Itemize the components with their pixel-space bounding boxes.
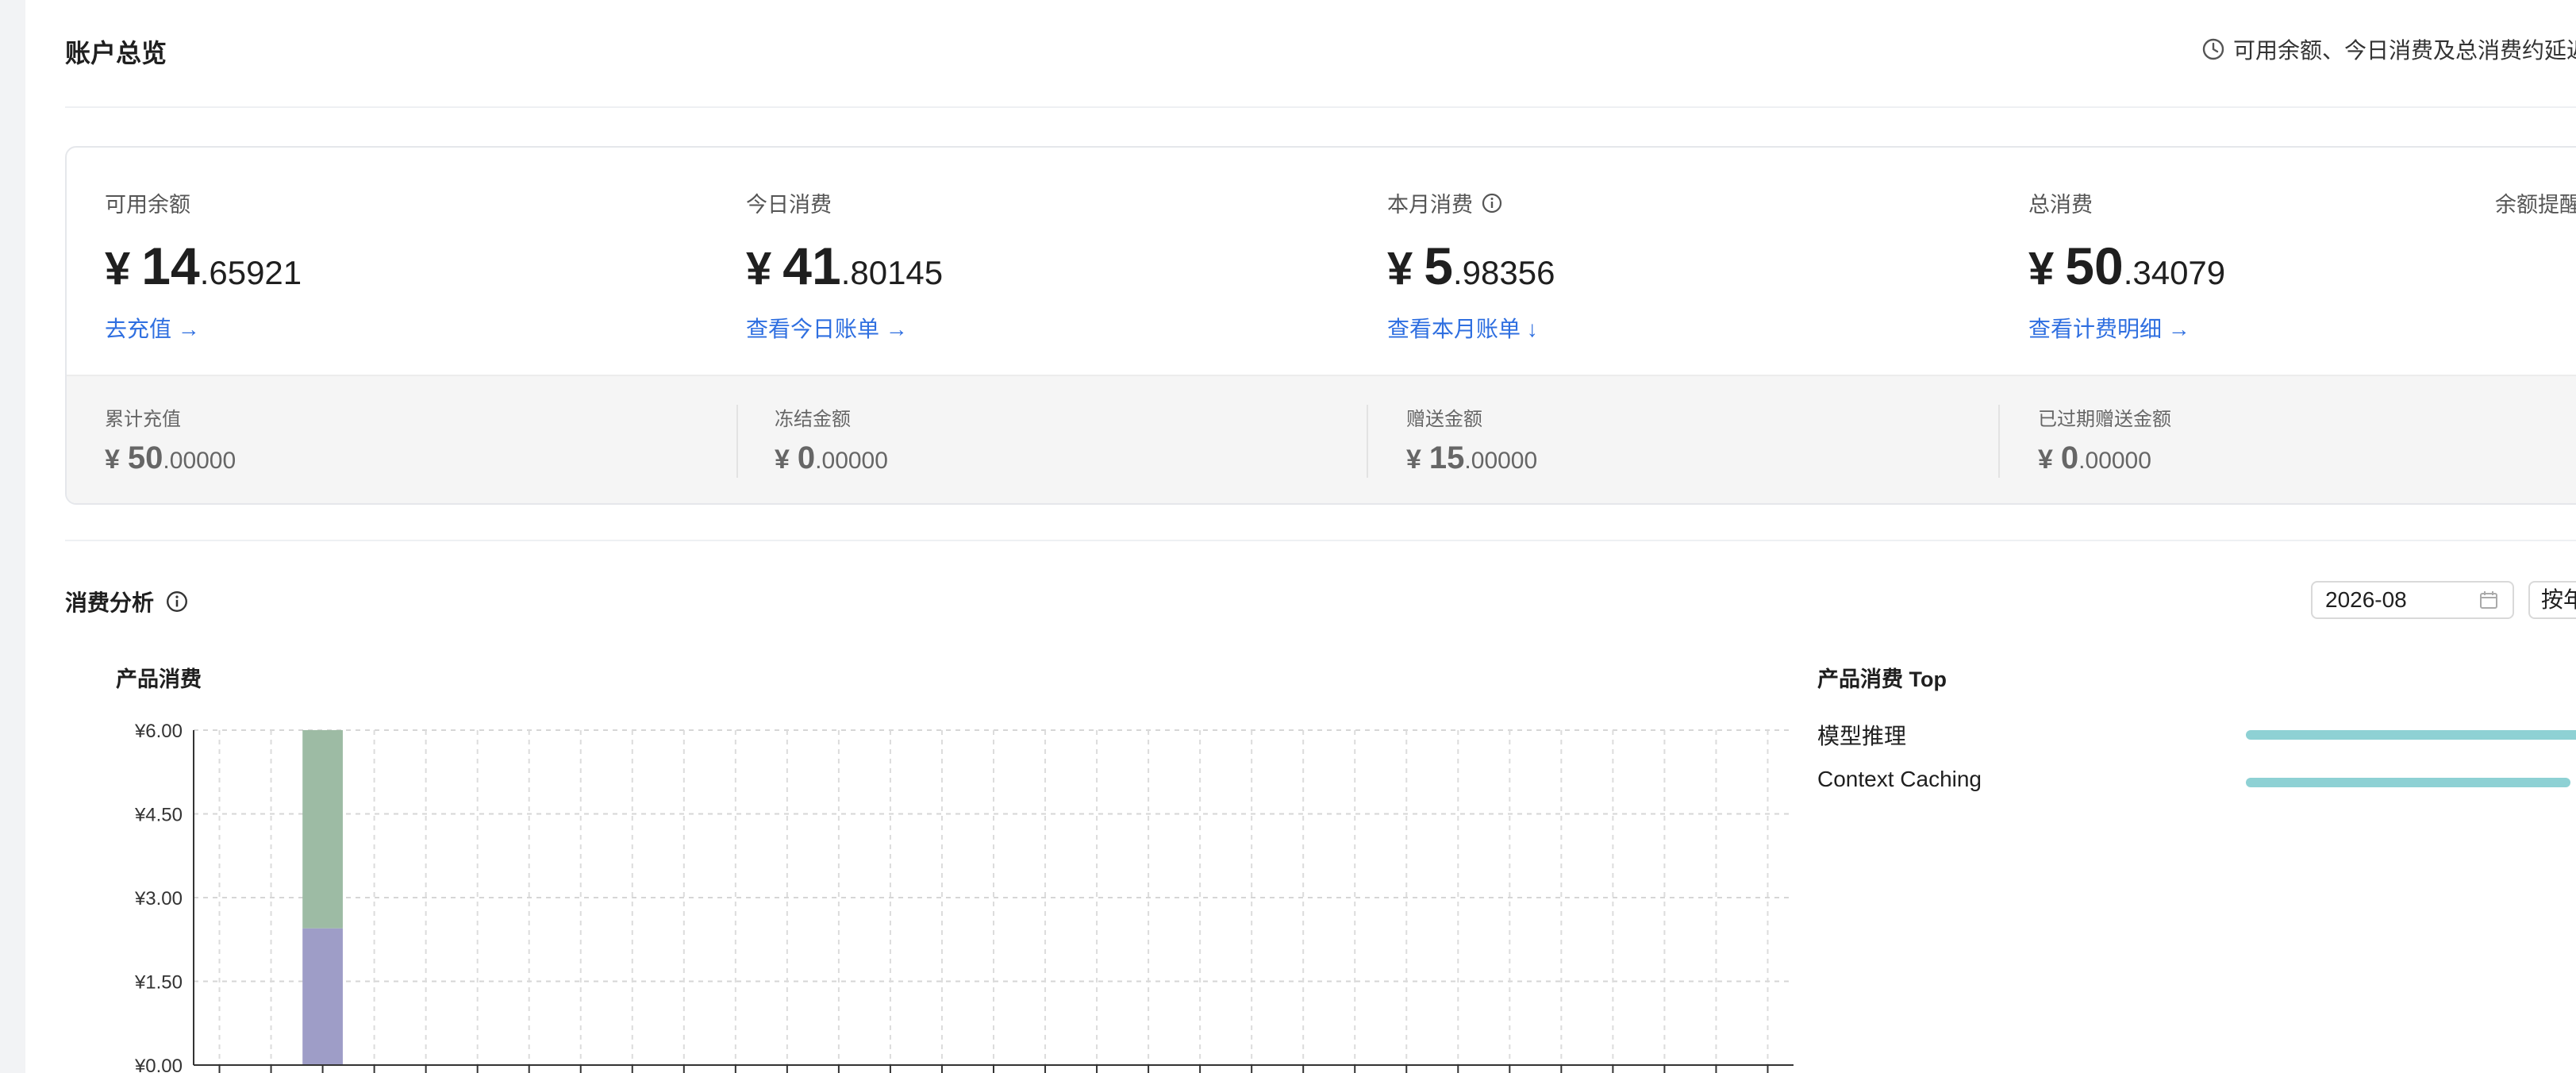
amount-int: 0 (2060, 440, 2079, 475)
month-amount: ¥5.98356 (1387, 236, 1555, 296)
group-by-select[interactable]: 按年 (2528, 581, 2576, 619)
currency-symbol: ¥ (2038, 444, 2053, 475)
amount-int: 14 (141, 237, 200, 295)
today-amount: ¥41.80145 (746, 236, 943, 296)
top-item-bar (2246, 730, 2576, 740)
currency-symbol: ¥ (775, 444, 790, 475)
amount-int: 50 (2065, 237, 2124, 295)
info-icon[interactable] (1481, 192, 1503, 214)
gift-stat: 赠送金额 ¥15.00000 (1406, 403, 1537, 476)
balance-stat: 可用余额 ¥14.65921 去充值 → (105, 187, 302, 344)
frozen-stat: 冻结金额 ¥0.00000 (775, 403, 888, 476)
y-tick-label: ¥4.50 (134, 805, 183, 826)
balance-amount: ¥14.65921 (105, 236, 302, 296)
currency-symbol: ¥ (2028, 243, 2055, 294)
amount-int: 50 (127, 440, 163, 475)
amount-dec: .00000 (1464, 448, 1538, 474)
total-amount: ¥50.34079 (2028, 236, 2225, 296)
analysis-title: 消费分析 (65, 590, 155, 615)
currency-symbol: ¥ (1387, 243, 1413, 294)
amount-int: 5 (1424, 237, 1453, 295)
frozen-amount: ¥0.00000 (775, 440, 888, 476)
total-stat: 总消费 ¥50.34079 查看计费明细 → (2028, 187, 2225, 344)
amount-dec: .00000 (815, 448, 888, 474)
bar-segment (302, 928, 343, 1065)
y-tick-label: ¥1.50 (134, 972, 183, 994)
month-bill-link[interactable]: 查看本月账单 ↓ (1387, 312, 1555, 344)
y-tick-label: ¥6.00 (134, 721, 183, 742)
page-title: 账户总览 (65, 39, 167, 67)
product-top-title: 产品消费 Top (1817, 667, 1947, 691)
section-divider (65, 540, 2576, 541)
amount-dec: .34079 (2123, 254, 2226, 291)
gift-label: 赠送金额 (1406, 409, 1482, 430)
y-tick-label: ¥0.00 (134, 1056, 183, 1073)
amount-dec: .80145 (840, 254, 944, 291)
product-cost-chart: ¥6.00 ¥4.50 ¥3.00 ¥1.50 ¥0.00 (134, 721, 1794, 1073)
billing-detail-link[interactable]: 查看计费明细 → (2028, 312, 2225, 344)
left-rail (0, 0, 25, 1073)
frozen-label: 冻结金额 (775, 409, 851, 430)
amount-dec: .00000 (2078, 448, 2151, 474)
amount-dec: .00000 (163, 448, 236, 474)
y-tick-label: ¥3.00 (134, 888, 183, 910)
expired-gift-amount: ¥0.00000 (2038, 440, 2171, 476)
month-stat: 本月消费 ¥5.98356 查看本月账单 ↓ (1387, 187, 1555, 344)
recharge-link[interactable]: 去充值 → (105, 312, 302, 344)
currency-symbol: ¥ (105, 444, 120, 475)
month-picker[interactable]: 2026-08 (2311, 581, 2514, 619)
amount-int: 0 (797, 440, 816, 475)
today-label: 今日消费 (746, 193, 832, 217)
today-stat: 今日消费 ¥41.80145 查看今日账单 → (746, 187, 943, 344)
expired-gift-stat: 已过期赠送金额 ¥0.00000 (2038, 403, 2171, 476)
gift-amount: ¥15.00000 (1406, 440, 1537, 476)
month-picker-value: 2026-08 (2325, 587, 2407, 612)
top-item-bar (2246, 778, 2571, 787)
overview-card: 可用余额 ¥14.65921 去充值 → 今日消费 ¥41.80145 查看今日… (65, 146, 2576, 505)
balance-label: 可用余额 (105, 193, 190, 217)
recharge-total-label: 累计充值 (105, 409, 181, 430)
amount-dec: .65921 (199, 254, 302, 291)
analysis-title-row: 消费分析 (65, 586, 189, 617)
month-label-row: 本月消费 (1387, 187, 1555, 218)
info-icon[interactable] (165, 590, 189, 613)
currency-symbol: ¥ (1406, 444, 1421, 475)
calendar-icon (2480, 591, 2497, 609)
bar-segment (302, 730, 343, 929)
balance-reminder-label[interactable]: 余额提醒 (2495, 187, 2576, 218)
recharge-total-stat: 累计充值 ¥50.00000 (105, 403, 236, 476)
top-item-label: Context Caching (1817, 767, 1982, 791)
currency-symbol: ¥ (746, 243, 772, 294)
header-divider (65, 106, 2576, 108)
sub-divider (1998, 405, 2000, 478)
delay-notice: 可用余额、今日消费及总消费约延迟 (2201, 33, 2576, 65)
amount-dec: .98356 (1452, 254, 1555, 291)
currency-symbol: ¥ (105, 243, 131, 294)
overview-secondary: 累计充值 ¥50.00000 冻结金额 ¥0.00000 赠送金额 ¥15.00… (67, 375, 2576, 503)
sub-divider (736, 405, 738, 478)
recharge-total-amount: ¥50.00000 (105, 440, 236, 476)
delay-notice-text: 可用余额、今日消费及总消费约延迟 (2233, 38, 2576, 63)
top-item-label: 模型推理 (1817, 724, 1907, 748)
expired-gift-label: 已过期赠送金额 (2038, 409, 2171, 430)
chart-title: 产品消费 (116, 667, 202, 691)
clock-icon (2202, 38, 2224, 60)
month-label: 本月消费 (1387, 193, 1473, 217)
amount-int: 15 (1428, 440, 1465, 475)
sub-divider (1367, 405, 1368, 478)
total-label: 总消费 (2028, 193, 2093, 217)
today-bill-link[interactable]: 查看今日账单 → (746, 312, 943, 344)
amount-int: 41 (782, 237, 841, 295)
